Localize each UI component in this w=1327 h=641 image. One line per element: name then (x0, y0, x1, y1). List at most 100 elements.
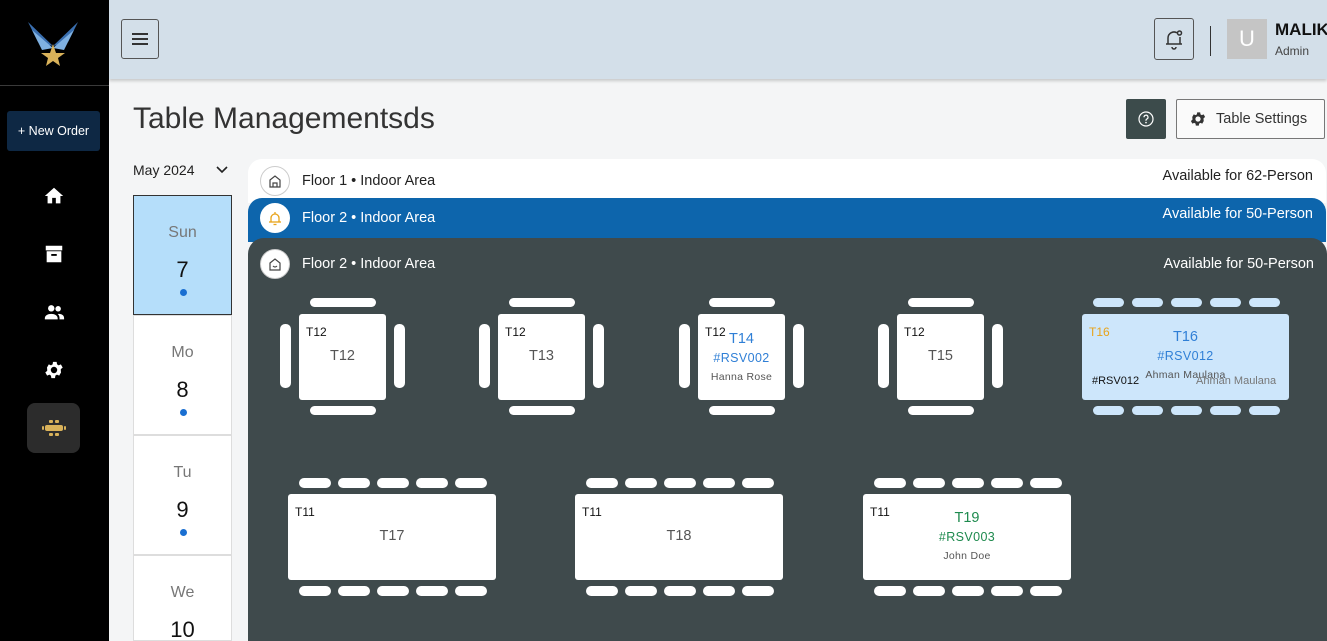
table-t19[interactable]: T11 T19 #RSV003 John Doe (863, 494, 1071, 580)
chair (874, 586, 906, 596)
chair (952, 586, 984, 596)
chair (1171, 406, 1202, 415)
gear-icon (45, 361, 63, 379)
day-mo-8[interactable]: Mo 8 (133, 315, 232, 435)
bell-icon (1166, 30, 1183, 50)
day-tu-9[interactable]: Tu 9 (133, 435, 232, 555)
help-icon (1138, 111, 1154, 127)
table-name: T16 (1173, 329, 1198, 345)
people-icon (44, 305, 65, 320)
table-name: T15 (928, 348, 953, 364)
chair (991, 586, 1023, 596)
chevron-down-icon[interactable] (215, 162, 229, 176)
chair (664, 586, 696, 596)
chair (394, 324, 405, 388)
table-tag: T12 (904, 325, 925, 339)
day-number: 10 (170, 617, 195, 641)
chair (913, 478, 945, 488)
floor-availability: Available for 62-Person (1162, 168, 1313, 184)
reservation-dot (180, 529, 187, 536)
gear-icon (1190, 112, 1206, 126)
chair (1132, 298, 1163, 307)
guest-name-secondary: Ahman Maulana (1196, 375, 1277, 387)
chair (455, 586, 487, 596)
floor-title: Floor 1 • Indoor Area (302, 173, 436, 189)
chair (1171, 298, 1202, 307)
logo (28, 22, 78, 66)
nav-tables[interactable] (27, 403, 80, 453)
avatar[interactable]: U (1227, 19, 1267, 59)
chair (1249, 406, 1280, 415)
floor-availability: Available for 50-Person (1163, 256, 1314, 272)
table-t13[interactable]: T12 T13 (498, 314, 585, 400)
user-name: MALIK (1275, 20, 1327, 39)
table-icon (41, 420, 66, 436)
home-icon (44, 187, 64, 204)
table-t18[interactable]: T11 T18 (575, 494, 783, 580)
table-t15[interactable]: T12 T15 (897, 314, 984, 400)
chair (874, 478, 906, 488)
chair (1093, 298, 1124, 307)
chair (992, 324, 1003, 388)
chair (593, 324, 604, 388)
sidebar-divider (0, 85, 109, 86)
day-number: 7 (176, 257, 189, 282)
table-tag: T12 (505, 325, 526, 339)
notifications-button[interactable] (1154, 18, 1194, 60)
chair (416, 586, 448, 596)
chair (338, 478, 370, 488)
topbar-separator (1210, 26, 1211, 56)
reservation-id: #RSV012 (1157, 349, 1214, 363)
new-order-button[interactable]: + New Order (7, 111, 100, 151)
chair (479, 324, 490, 388)
nav-people[interactable] (30, 292, 78, 332)
chair (377, 586, 409, 596)
topbar: U MALIK Admin (109, 0, 1327, 79)
chair (1030, 586, 1062, 596)
day-name: Tu (173, 464, 192, 481)
chair (742, 478, 774, 488)
table-name: T13 (529, 348, 554, 364)
chair (586, 478, 618, 488)
chair (377, 478, 409, 488)
chair (913, 586, 945, 596)
reservation-id-secondary: #RSV012 (1092, 375, 1140, 387)
chair (509, 406, 575, 415)
table-t17[interactable]: T11 T17 (288, 494, 496, 580)
hamburger-icon (132, 33, 148, 45)
chair (416, 478, 448, 488)
chair (703, 586, 735, 596)
chair (338, 586, 370, 596)
table-settings-button[interactable]: Table Settings (1176, 99, 1325, 139)
day-we-10[interactable]: We 10 (133, 555, 232, 641)
table-tag: T11 (295, 505, 315, 519)
floor-2-bar[interactable]: Floor 2 • Indoor Area Available for 50-P… (248, 198, 1326, 242)
table-t14[interactable]: T12 T14 #RSV002 Hanna Rose (698, 314, 785, 400)
page-title: Table Managementsds (133, 102, 435, 135)
chair (991, 478, 1023, 488)
chair (679, 324, 690, 388)
table-t16[interactable]: T16 T16 #RSV012 Ahman Maulana #RSV012 Ah… (1082, 314, 1289, 400)
table-name: T17 (379, 528, 405, 544)
table-t12[interactable]: T12 T12 (299, 314, 386, 400)
nav-settings[interactable] (30, 350, 78, 390)
chair (299, 586, 331, 596)
day-sun-7[interactable]: Sun 7 (133, 195, 232, 315)
day-name: We (170, 584, 195, 601)
floor-plan: Floor 2 • Indoor Area Available for 50-P… (248, 238, 1327, 641)
floor-home-icon (260, 166, 290, 196)
bell-pin-icon (260, 203, 290, 233)
chair (908, 406, 974, 415)
table-name: T19 (954, 510, 980, 526)
nav-home[interactable] (30, 176, 78, 216)
month-selector[interactable]: May 2024 (133, 162, 194, 178)
chair (1093, 406, 1124, 415)
chair (1210, 298, 1241, 307)
reservation-id: #RSV003 (938, 530, 996, 544)
floor-1-bar[interactable]: Floor 1 • Indoor Area Available for 62-P… (248, 159, 1326, 203)
help-button[interactable] (1126, 99, 1166, 139)
menu-button[interactable] (121, 19, 159, 59)
nav-archive[interactable] (30, 234, 78, 274)
chair (703, 478, 735, 488)
chair (709, 406, 775, 415)
